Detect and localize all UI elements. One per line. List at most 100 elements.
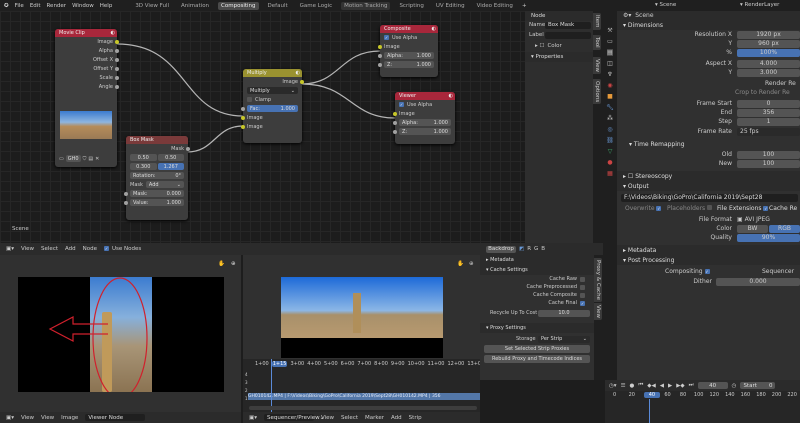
play-button[interactable]: ▶	[668, 383, 672, 389]
aspect-x-field[interactable]: 4.000	[737, 59, 800, 68]
tab-default[interactable]: Default	[265, 2, 291, 10]
file-extensions-checkbox[interactable]: File Extensions ✓	[717, 205, 771, 212]
dimensions-panel[interactable]: ▾ Dimensions	[617, 20, 800, 30]
tab-video-editing[interactable]: Video Editing	[474, 2, 516, 10]
tab-view[interactable]: View	[593, 57, 601, 75]
resolution-x-field[interactable]: 1920 px	[737, 30, 800, 39]
recycle-cost-field[interactable]: 10.0	[538, 309, 590, 317]
cache-result-checkbox[interactable]: Cache Re	[769, 205, 797, 212]
menu-file[interactable]: File	[15, 3, 24, 9]
proxy-settings-subpanel[interactable]: ▾ Proxy Settings	[480, 323, 594, 333]
menu-view[interactable]: View	[321, 415, 334, 421]
editor-type-icon[interactable]: ▣▾	[6, 246, 14, 252]
playhead[interactable]	[649, 399, 650, 423]
particles-tab-icon[interactable]: ⁂	[607, 115, 613, 122]
output-panel[interactable]: ▾ Output	[617, 181, 800, 191]
file-format-dropdown[interactable]: ▣ AVI JPEG	[737, 215, 800, 224]
next-keyframe-button[interactable]: ▶◆	[676, 383, 684, 389]
menu-node[interactable]: Node	[83, 246, 97, 252]
data-tab-icon[interactable]: ▽	[608, 148, 613, 155]
tool-tab-icon[interactable]: ⚒	[607, 27, 612, 34]
zoom-icon[interactable]: ⊕	[231, 261, 236, 267]
pan-hand-icon[interactable]: ✋	[218, 261, 225, 267]
backdrop-icon[interactable]: ◩	[519, 246, 524, 252]
menu-add[interactable]: Add	[65, 246, 76, 252]
node-label-field[interactable]	[545, 31, 591, 39]
horizontal-scrollbar[interactable]	[249, 406, 477, 410]
zoom-icon[interactable]: ⊕	[469, 261, 474, 267]
multiply-node[interactable]: Multiply ◐ Image Multiply ⌄ Clamp Fac: 1.00…	[241, 69, 304, 143]
render-tab-icon[interactable]: ▭	[607, 38, 613, 45]
color-rgb-button[interactable]: RGB	[769, 224, 800, 233]
menu-window[interactable]: Window	[72, 3, 94, 9]
menu-add[interactable]: Add	[391, 415, 402, 421]
color-subpanel[interactable]: ▸ ☐ Color	[525, 42, 593, 50]
menu-image[interactable]: Image	[61, 415, 78, 421]
menu-view[interactable]: View	[41, 415, 54, 421]
preview-range-icon[interactable]: ◷	[732, 383, 737, 389]
add-workspace-button[interactable]: +	[522, 3, 527, 9]
input-image-1[interactable]: Image	[241, 113, 302, 122]
output-offset-y[interactable]: Offset Y	[55, 64, 119, 73]
tab-scripting[interactable]: Scripting	[396, 2, 426, 10]
jump-start-button[interactable]: ⏮	[638, 382, 643, 389]
box-mask-node[interactable]: Box Mask Mask 0.50 0.50 0.300 1.267 Rotati…	[124, 136, 190, 220]
input-image[interactable]: Image	[393, 109, 455, 118]
quality-slider[interactable]: 90%	[737, 233, 800, 242]
composite-node[interactable]: Composite ◐ ✓ Use Alpha Image Alpha: 1.000 …	[378, 25, 438, 77]
mask-input[interactable]: Mask: 0.000	[130, 190, 184, 197]
resolution-y-field[interactable]: 960 px	[737, 39, 800, 48]
viewer-node[interactable]: Viewer ◐ ✓ Use Alpha Image Alpha: 1.000 Z: 1…	[393, 92, 455, 144]
fac-field[interactable]: Fac: 1.000	[247, 105, 298, 112]
tab-view[interactable]: View	[594, 303, 602, 321]
b-channel-button[interactable]: B	[541, 246, 545, 252]
menu-marker[interactable]: Marker	[365, 415, 384, 421]
frame-rate-dropdown[interactable]: 25 fps	[737, 127, 800, 136]
stereoscopy-panel[interactable]: ▸ ☐ Stereoscopy	[617, 171, 800, 181]
playhead[interactable]	[271, 359, 272, 412]
play-reverse-button[interactable]: ◀	[660, 383, 664, 389]
output-angle[interactable]: Angle	[55, 82, 119, 91]
alpha-field[interactable]: Alpha: 1.000	[399, 119, 451, 126]
blender-logo-icon[interactable]: ✪	[4, 3, 9, 9]
output-alpha[interactable]: Alpha	[55, 46, 119, 55]
z-field[interactable]: Z: 1.000	[384, 61, 434, 68]
node-editor[interactable]: Movie Clip ◐ Image Alpha Offset X Offset …	[0, 11, 525, 243]
tab-animation[interactable]: Animation	[178, 2, 212, 10]
image-editor[interactable]: ✋ ⊕	[0, 255, 241, 412]
clamp-checkbox[interactable]: Clamp	[243, 95, 302, 104]
jump-end-button[interactable]: ⏭	[689, 382, 694, 389]
output-offset-x[interactable]: Offset X	[55, 55, 119, 64]
z-field[interactable]: Z: 1.000	[399, 128, 451, 135]
view-layer-selector[interactable]: ▾ RenderLayer	[740, 2, 779, 8]
node-name-field[interactable]: Box Mask	[545, 21, 591, 29]
cache-final-checkbox[interactable]: Cache Final ✓	[480, 299, 594, 307]
storage-dropdown[interactable]: Per Strip ⌄	[538, 335, 590, 343]
menu-icon[interactable]: ☰	[621, 383, 626, 389]
movie-clip-node[interactable]: Movie Clip ◐ Image Alpha Offset X Offset …	[55, 29, 119, 167]
start-frame-field[interactable]: Start 0	[740, 382, 776, 389]
view-type-dropdown[interactable]: Sequencer/Preview ⌄	[263, 414, 324, 421]
box-height-field[interactable]: 1.267	[157, 163, 184, 170]
value-input[interactable]: Value: 1.000	[130, 199, 184, 206]
tab-game-logic[interactable]: Game Logic	[297, 2, 336, 10]
view-mode-dropdown[interactable]: View	[21, 415, 34, 421]
view-layer-tab-icon[interactable]: ◫	[607, 60, 613, 67]
tab-3d-view-full[interactable]: 3D View Full	[132, 2, 172, 10]
cache-preprocessed-checkbox[interactable]: Cache Preprocessed	[480, 283, 594, 291]
g-channel-button[interactable]: G	[534, 246, 538, 252]
box-x-field[interactable]: 0.50	[130, 154, 157, 161]
output-mask[interactable]: Mask	[126, 144, 190, 153]
object-tab-icon[interactable]: ■	[607, 93, 613, 100]
mask-type-dropdown[interactable]: Add ⌄	[145, 181, 184, 188]
menu-strip[interactable]: Strip	[409, 415, 422, 421]
record-button[interactable]: ●	[630, 383, 635, 389]
r-channel-button[interactable]: R	[527, 246, 531, 252]
output-scale[interactable]: Scale	[55, 73, 119, 82]
editor-type-icon[interactable]: ▣▾	[6, 415, 14, 421]
tab-uv-editing[interactable]: UV Editing	[433, 2, 468, 10]
time-old-field[interactable]: 100	[737, 150, 800, 159]
timeline-ruler[interactable]: 0 20 40 60 80 100 120 140 160 180 200 220	[605, 391, 800, 399]
menu-help[interactable]: Help	[100, 3, 113, 9]
cache-composite-checkbox[interactable]: Cache Composite	[480, 291, 594, 299]
